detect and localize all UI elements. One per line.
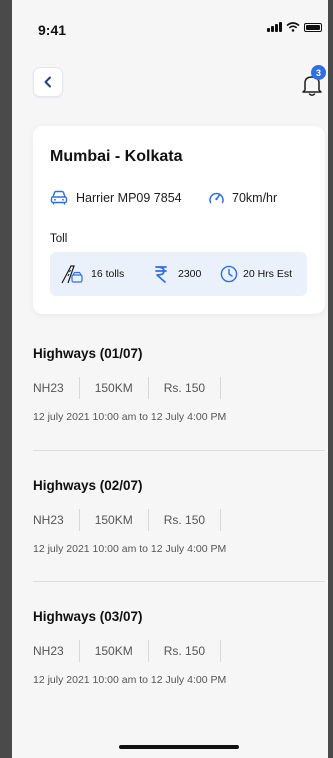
chevron-left-icon [44,76,51,88]
highway-time-range: 12 july 2021 10:00 am to 12 July 4:00 PM [33,543,227,555]
toll-count-text: 16 tolls [91,268,125,280]
toll-cost: 2300 [154,252,201,296]
vehicle-name: Harrier MP09 7854 [76,191,182,205]
route-title: Mumbai - Kolkata [50,148,183,165]
highway-code: NH23 [33,509,80,531]
car-icon [50,190,68,205]
status-time: 9:41 [38,22,67,38]
divider [33,450,325,451]
clock-icon [220,265,238,283]
highway-distance: 150KM [80,509,149,531]
home-indicator [119,745,239,749]
vehicle-info: Harrier MP09 7854 [50,190,182,206]
status-bar: 9:41 [12,0,328,44]
toll-cost-text: 2300 [178,268,202,280]
speedometer-icon [209,192,224,204]
device-frame-left [0,0,12,758]
wifi-icon [286,22,300,32]
highway-distance: 150KM [80,640,149,662]
rupee-icon [155,266,167,283]
toll-count: 16 tolls [60,252,124,296]
highway-time-range: 12 july 2021 10:00 am to 12 July 4:00 PM [33,674,227,686]
trip-estimate: 20 Hrs Est [220,252,292,296]
highway-item[interactable]: Highways (03/07) NH23 150KM Rs. 150 12 j… [33,609,325,686]
highway-meta: NH23 150KM Rs. 150 [33,640,325,662]
highway-title: Highways (03/07) [33,609,143,624]
highway-item[interactable]: Highways (02/07) NH23 150KM Rs. 150 12 j… [33,478,325,555]
toll-label: Toll [50,233,68,245]
highway-price: Rs. 150 [149,640,222,662]
divider [33,581,325,582]
trip-card: Mumbai - Kolkata Harrier MP09 7854 70km/… [33,126,325,314]
notification-button[interactable]: 3 [298,65,328,98]
highway-price: Rs. 150 [149,377,222,399]
app-screen: 9:41 3 Mumbai - Kolkata Harrier MP09 785… [12,0,328,758]
speed-value: 70km/hr [232,190,278,205]
back-button[interactable] [33,67,63,97]
trip-estimate-text: 20 Hrs Est [243,268,293,280]
highway-meta: NH23 150KM Rs. 150 [33,509,325,531]
road-icon [61,265,83,284]
signal-icon [267,22,282,32]
highway-item[interactable]: Highways (01/07) NH23 150KM Rs. 150 12 j… [33,346,325,423]
highway-code: NH23 [33,640,80,662]
highway-code: NH23 [33,377,80,399]
highway-title: Highways (01/07) [33,346,143,361]
speed-info: 70km/hr [208,190,277,205]
highway-distance: 150KM [80,377,149,399]
toll-summary: 16 tolls 2300 20 Hrs Est [50,252,307,296]
highway-price: Rs. 150 [149,509,222,531]
highway-time-range: 12 july 2021 10:00 am to 12 July 4:00 PM [33,411,227,423]
notification-badge: 3 [311,65,326,80]
highway-meta: NH23 150KM Rs. 150 [33,377,325,399]
device-frame-right [328,0,333,758]
battery-icon [304,22,322,32]
status-icons [267,22,322,32]
highway-title: Highways (02/07) [33,478,143,493]
